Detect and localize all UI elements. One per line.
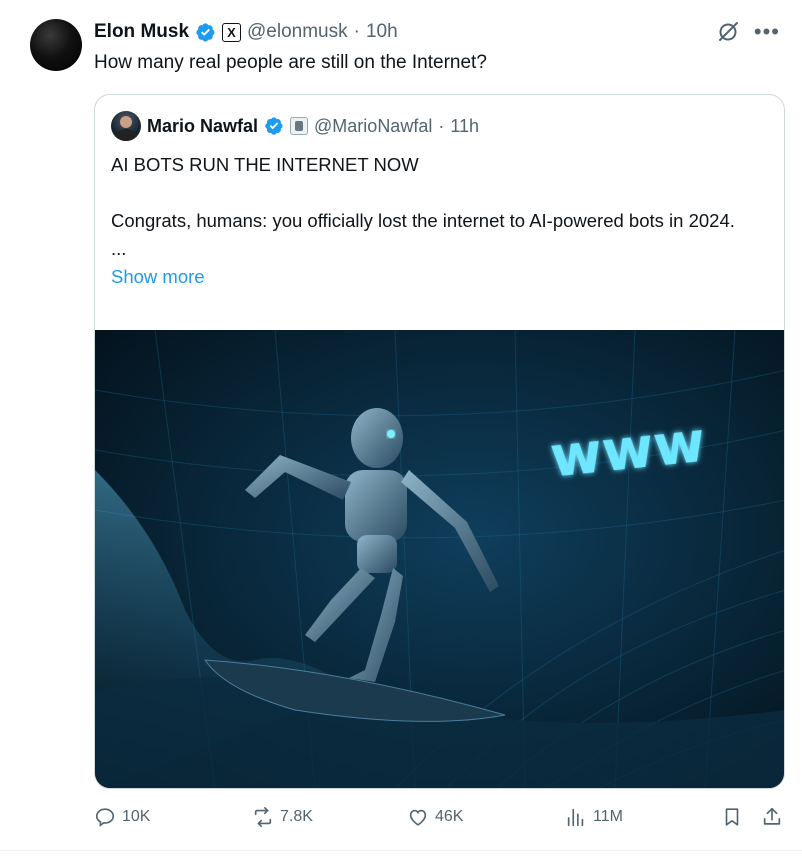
bookmark-icon [725, 808, 739, 826]
repost-count: 7.8K [280, 808, 313, 825]
quoted-text-line: AI BOTS RUN THE INTERNET NOW [111, 154, 419, 175]
quoted-tweet-image[interactable]: www [95, 330, 785, 789]
affiliate-badge-icon [290, 117, 309, 135]
quoted-tweet[interactable]: Mario Nawfal @MarioNawfal · 11h AI BOTS … [94, 94, 785, 789]
tweet[interactable]: Elon Musk X @elonmusk · 10h ••• How many… [0, 0, 802, 858]
repost-button[interactable]: 7.8K [252, 806, 313, 828]
reply-count: 10K [122, 808, 151, 825]
separator-dot: · [438, 115, 445, 136]
repost-icon [254, 807, 272, 827]
share-icon [763, 807, 781, 825]
heart-icon [409, 809, 427, 826]
like-count: 46K [435, 808, 464, 825]
author-handle[interactable]: @elonmusk [247, 21, 348, 43]
views-icon [567, 808, 584, 827]
like-button[interactable]: 46K [407, 806, 463, 828]
x-affiliate-badge: X [222, 22, 242, 42]
tweet-top-actions: ••• [716, 20, 780, 44]
more-icon[interactable]: ••• [754, 21, 780, 43]
quoted-tweet-text: AI BOTS RUN THE INTERNET NOW Congrats, h… [111, 151, 771, 291]
verified-badge-icon [196, 22, 215, 42]
separator-dot: · [353, 21, 360, 42]
quoted-text-ellipsis: ... [111, 238, 127, 259]
reply-button[interactable]: 10K [94, 806, 150, 828]
quoted-text-line: Congrats, humans: you officially lost th… [111, 210, 735, 231]
views-count: 11M [593, 808, 623, 825]
quoted-author-handle[interactable]: @MarioNawfal [314, 116, 432, 137]
tweet-actions: 10K 7.8K 46K 11M [94, 806, 786, 834]
grok-icon[interactable] [716, 20, 740, 44]
share-button[interactable] [761, 806, 783, 828]
quoted-tweet-header: Mario Nawfal @MarioNawfal · 11h [111, 111, 479, 141]
quoted-author-name[interactable]: Mario Nawfal [147, 116, 258, 137]
divider [0, 850, 802, 851]
tweet-header: Elon Musk X @elonmusk · 10h [94, 19, 398, 45]
quoted-tweet-time[interactable]: 11h [450, 116, 479, 137]
tweet-time[interactable]: 10h [366, 21, 398, 43]
author-avatar[interactable] [30, 19, 82, 71]
quoted-author-avatar[interactable] [111, 111, 141, 141]
author-name[interactable]: Elon Musk [94, 21, 189, 43]
views-button[interactable]: 11M [565, 806, 623, 828]
verified-badge-icon [265, 117, 283, 135]
bookmark-button[interactable] [721, 806, 743, 828]
reply-icon [95, 808, 115, 827]
show-more-link[interactable]: Show more [111, 263, 771, 291]
tweet-text: How many real people are still on the In… [94, 52, 487, 73]
